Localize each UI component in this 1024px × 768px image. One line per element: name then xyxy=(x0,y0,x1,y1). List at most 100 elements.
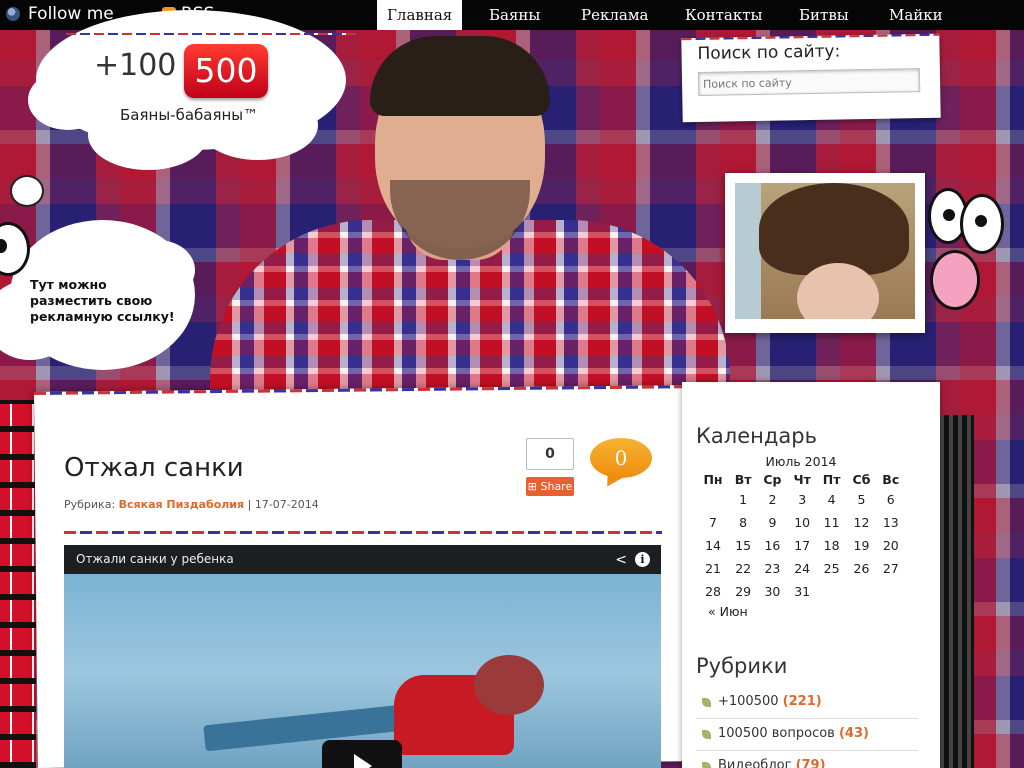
calendar-day xyxy=(877,580,905,603)
nav-item-shirts[interactable]: Майки xyxy=(889,0,943,30)
calendar-day: 20 xyxy=(882,538,899,553)
globe-icon xyxy=(6,7,20,21)
post-divider xyxy=(64,531,662,534)
category-item[interactable]: Видеоблог (79) xyxy=(696,753,918,768)
calendar-day: 30 xyxy=(764,584,781,599)
calendar-day: 6 xyxy=(886,492,895,507)
plus-icon: ⊞ xyxy=(527,480,537,493)
calendar-day: 28 xyxy=(705,584,721,599)
ad-text: Тут можно разместить свою рекламную ссыл… xyxy=(30,277,175,324)
calendar-day: 7 xyxy=(709,515,717,530)
calendar-week: 21 22 23 24 25 26 27 xyxy=(697,557,905,580)
weekday: Ср xyxy=(763,472,782,487)
nav-item-contacts[interactable]: Контакты xyxy=(685,0,763,30)
video-info-icon[interactable]: i xyxy=(635,552,650,567)
category-label: 100500 вопросов xyxy=(718,726,835,741)
weekday: Вт xyxy=(734,472,752,487)
calendar-day: 27 xyxy=(882,561,899,576)
share-button-label: Share xyxy=(540,480,573,493)
search-widget: Поиск по сайту: xyxy=(681,33,941,123)
calendar-day: 16 xyxy=(764,538,781,553)
accordion-decoration-left xyxy=(0,400,36,768)
category-count: (43) xyxy=(838,726,869,741)
category-count: (221) xyxy=(782,694,822,709)
weekday: Пн xyxy=(703,472,723,487)
search-title: Поиск по сайту: xyxy=(697,41,841,64)
calendar-day: 18 xyxy=(823,538,840,553)
categories-title: Рубрики xyxy=(696,654,788,678)
post-title[interactable]: Отжал санки xyxy=(64,453,244,483)
calendar-day: 13 xyxy=(882,515,899,530)
calendar-day: 12 xyxy=(853,515,870,530)
calendar-day: 1 xyxy=(739,492,748,507)
post-meta: Рубрика: Всякая Пиздаболия | 17-07-2014 xyxy=(64,498,319,511)
leaf-icon xyxy=(702,698,711,707)
calendar-month: Июль 2014 xyxy=(765,454,837,469)
calendar-day: 23 xyxy=(764,561,781,576)
nav-item-bayany[interactable]: Баяны xyxy=(489,0,540,30)
calendar-day: 8 xyxy=(739,515,748,530)
calendar-day: 14 xyxy=(705,538,721,553)
calendar-day xyxy=(697,488,729,511)
leaf-icon xyxy=(702,762,711,768)
follow-me-link[interactable]: Follow me xyxy=(6,4,114,24)
video-title-bar: Отжали санки у ребенка xyxy=(64,545,661,574)
share-counter: 0 xyxy=(526,438,574,470)
calendar-day: 3 xyxy=(798,492,807,507)
calendar-week: 28 29 30 31 xyxy=(697,580,905,603)
post-category-link[interactable]: Всякая Пиздаболия xyxy=(119,498,244,511)
category-label: Видеоблог xyxy=(718,758,792,768)
comment-count-bubble[interactable]: 0 xyxy=(590,438,652,478)
weekday: Чт xyxy=(793,472,811,487)
ad-cloud[interactable]: Тут можно разместить свою рекламную ссыл… xyxy=(0,210,200,375)
weekday: Пт xyxy=(822,472,841,487)
video-player[interactable]: Отжали санки у ребенка < i xyxy=(64,545,661,768)
nav-item-ads[interactable]: Реклама xyxy=(581,0,648,30)
site-logo[interactable]: +100 500 Баяны-бабаяны™ xyxy=(28,10,358,170)
leaf-icon xyxy=(702,730,711,739)
share-button[interactable]: ⊞ Share xyxy=(526,477,574,496)
video-title[interactable]: Отжали санки у ребенка xyxy=(76,552,234,566)
follow-me-label: Follow me xyxy=(28,4,114,24)
calendar-day: 10 xyxy=(794,515,811,530)
post-meta-separator: | xyxy=(247,498,252,511)
weekday: Вс xyxy=(882,472,900,487)
calendar-prev-month-link[interactable]: « Июн xyxy=(708,604,748,619)
calendar-day: 17 xyxy=(794,538,811,553)
calendar-day: 2 xyxy=(768,492,777,507)
nav-item-home[interactable]: Главная xyxy=(377,0,463,30)
logo-divider xyxy=(66,33,356,35)
accordion-decoration-right xyxy=(940,415,974,768)
calendar-title: Календарь xyxy=(696,424,817,448)
category-item[interactable]: 100500 вопросов (43) xyxy=(696,721,918,751)
category-count: (79) xyxy=(795,758,826,768)
category-label: +100500 xyxy=(718,694,779,709)
featured-photo[interactable] xyxy=(725,173,925,333)
calendar-table: Июль 2014 Пн Вт Ср Чт Пт Сб Вс 1 2 3 4 5… xyxy=(697,454,905,603)
calendar-day: 11 xyxy=(823,515,840,530)
logo-subtitle: Баяны-бабаяны™ xyxy=(120,106,259,124)
calendar-weekdays: Пн Вт Ср Чт Пт Сб Вс xyxy=(697,471,905,488)
calendar-day xyxy=(846,580,876,603)
calendar-day: 4 xyxy=(827,492,836,507)
calendar-day: 9 xyxy=(768,515,777,530)
calendar-day: 19 xyxy=(853,538,870,553)
video-share-icon[interactable]: < xyxy=(615,552,627,568)
video-play-button[interactable] xyxy=(322,740,402,768)
calendar-day: 22 xyxy=(735,561,752,576)
calendar-day: 24 xyxy=(794,561,811,576)
calendar-week: 1 2 3 4 5 6 xyxy=(697,488,905,511)
post-meta-prefix: Рубрика: xyxy=(64,498,116,511)
weekday: Сб xyxy=(852,472,871,487)
logo-badge: 500 xyxy=(184,44,268,98)
calendar-day: 29 xyxy=(735,584,752,599)
calendar-day: 5 xyxy=(857,492,866,507)
calendar-day xyxy=(817,580,847,603)
category-item[interactable]: +100500 (221) xyxy=(696,689,918,719)
cartoon-eyes-right xyxy=(928,188,1008,272)
calendar-day: 21 xyxy=(705,561,721,576)
small-cloud-decoration xyxy=(10,175,44,207)
calendar-week: 7 8 9 10 11 12 13 xyxy=(697,511,905,534)
nav-item-battles[interactable]: Битвы xyxy=(799,0,849,30)
search-input[interactable] xyxy=(697,68,921,96)
